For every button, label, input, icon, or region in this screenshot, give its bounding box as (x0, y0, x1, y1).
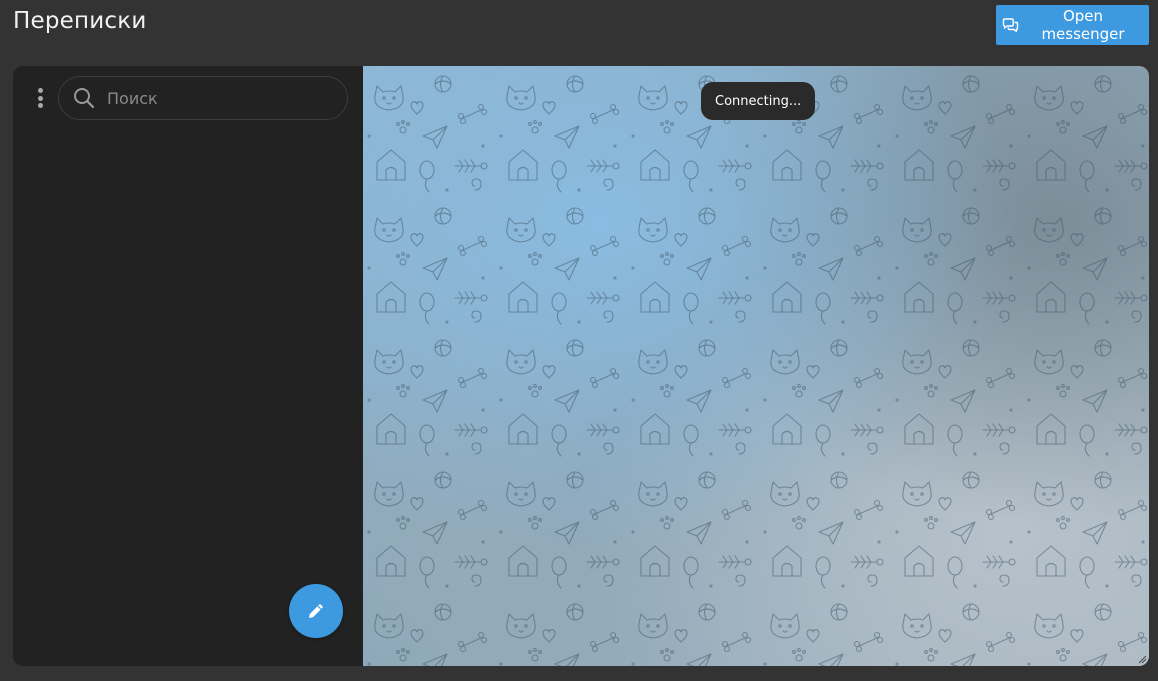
vertical-dots-icon[interactable] (33, 88, 47, 108)
pencil-icon (309, 604, 323, 618)
open-messenger-button[interactable]: Open messenger (996, 5, 1149, 45)
resize-grip-icon[interactable] (1137, 654, 1147, 664)
open-messenger-label: Open messenger (1041, 7, 1125, 43)
messenger-window: Connecting... (13, 66, 1149, 666)
compose-button[interactable] (289, 584, 343, 638)
chat-list-sidebar (13, 66, 363, 666)
search-box[interactable] (58, 76, 348, 120)
search-icon (74, 88, 95, 109)
connecting-toast: Connecting... (701, 82, 816, 120)
chat-bubbles-icon (1002, 17, 1019, 32)
doodle-pattern (363, 66, 1149, 666)
search-input[interactable] (105, 87, 309, 109)
chat-background: Connecting... (363, 66, 1149, 666)
page-title: Переписки (13, 8, 147, 34)
page: Переписки Open messenger Поиск Connectin… (0, 0, 1158, 681)
